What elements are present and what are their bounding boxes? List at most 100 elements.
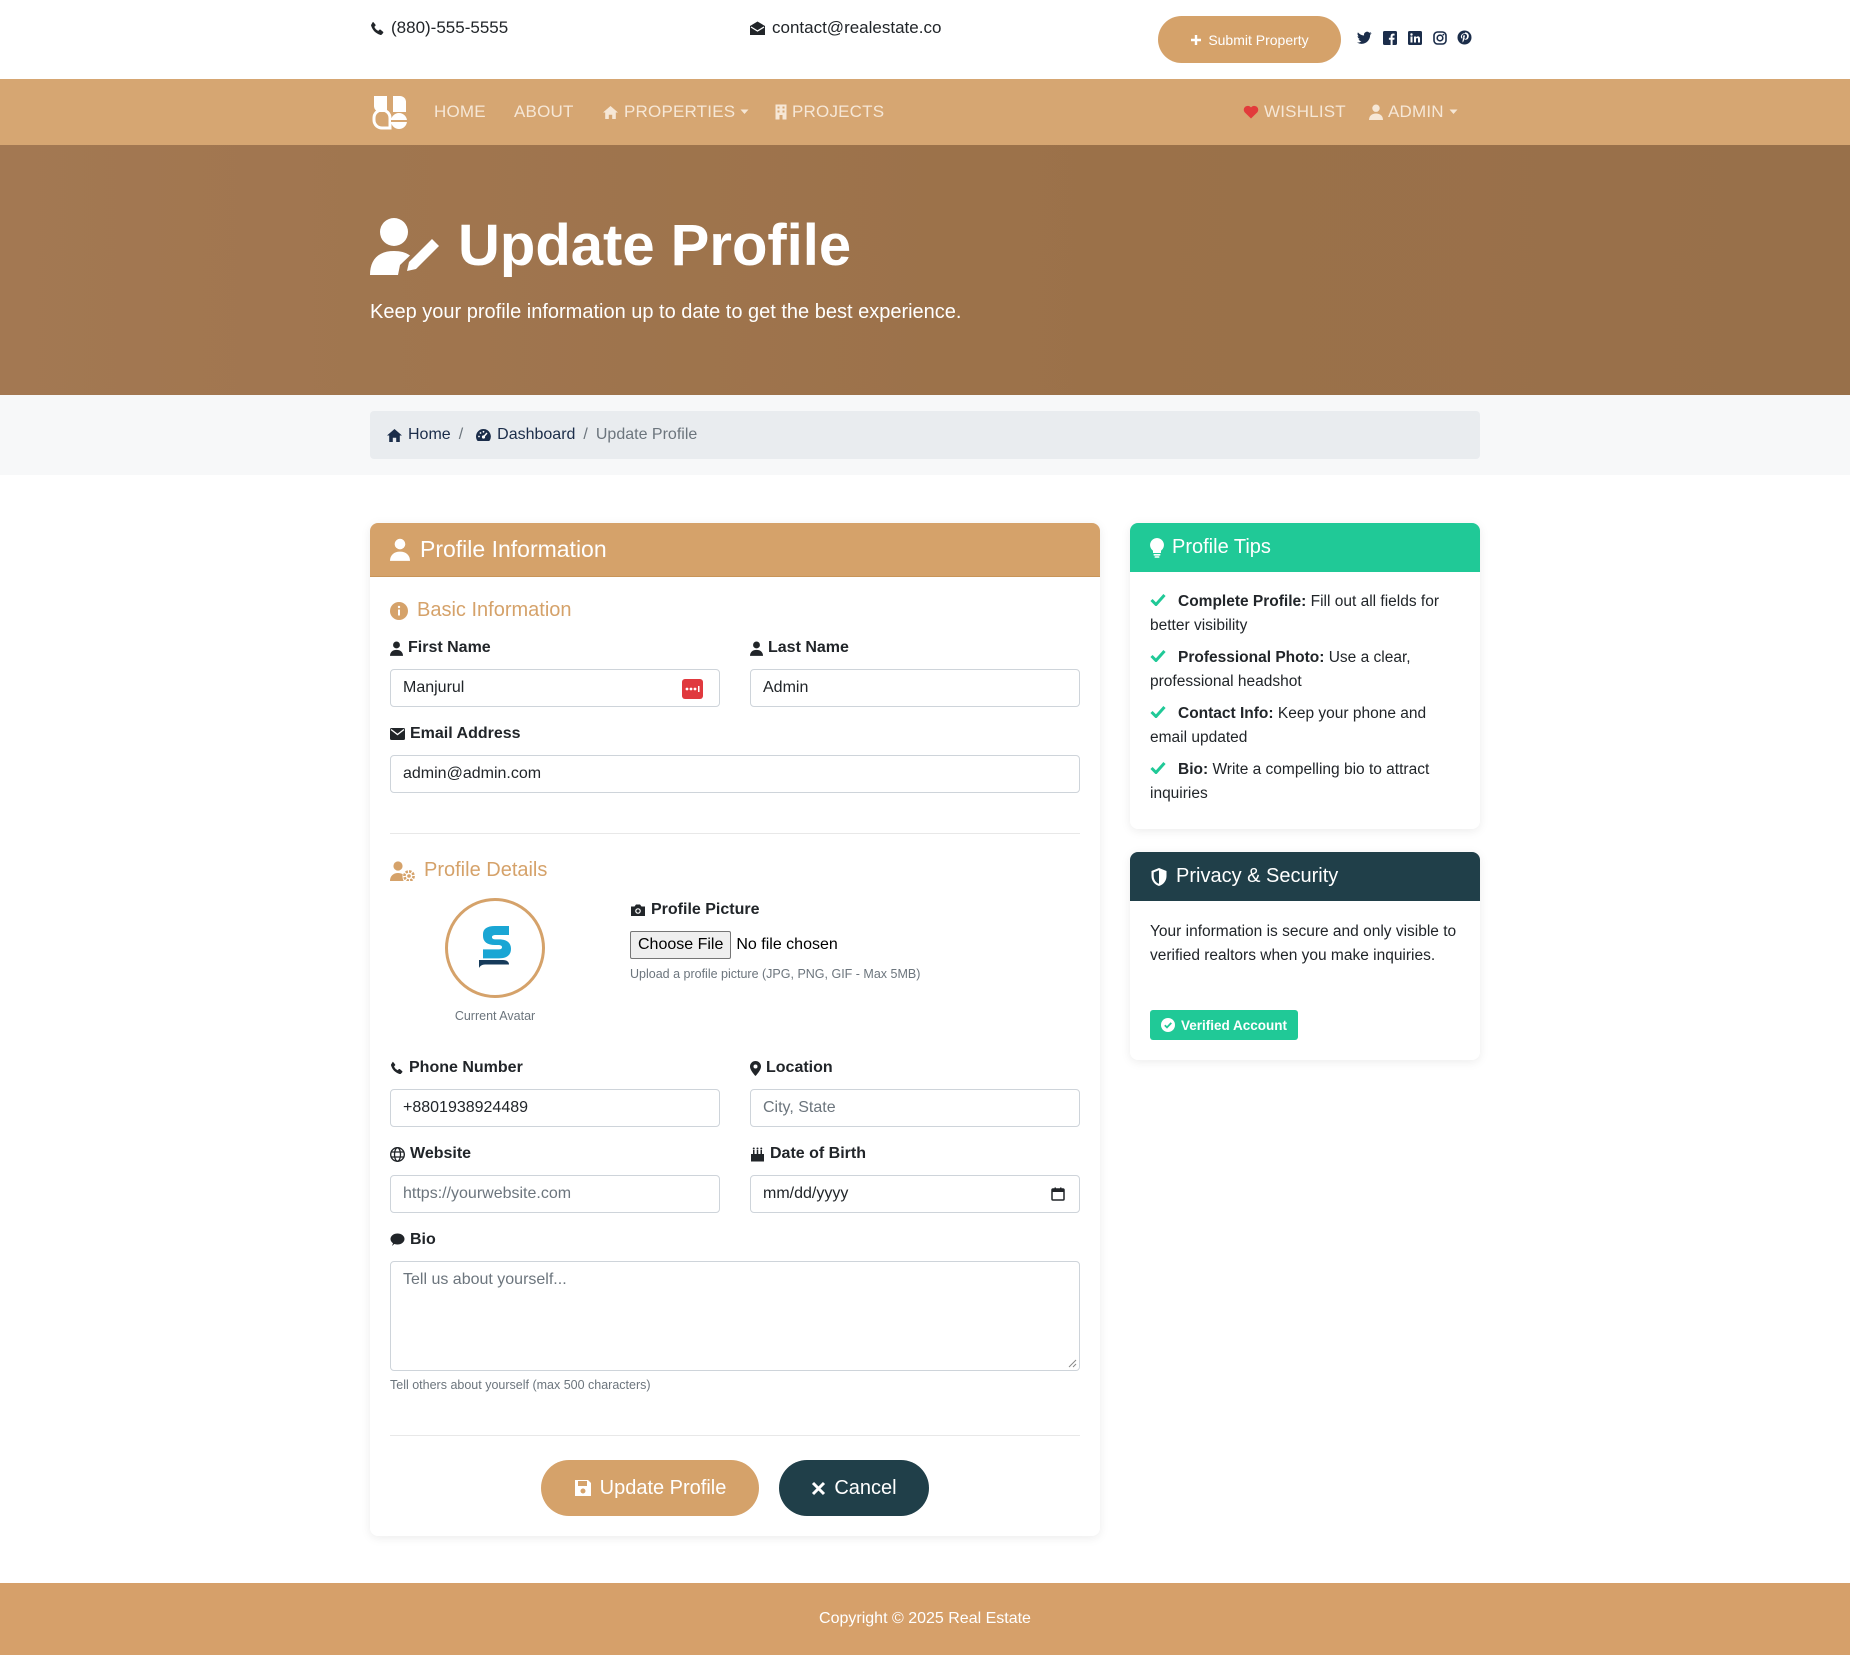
check-circle-icon: [1161, 1018, 1175, 1032]
website-field[interactable]: https://yourwebsite.com: [390, 1175, 720, 1213]
resize-handle-icon[interactable]: [1068, 1359, 1077, 1368]
user-icon: [750, 641, 763, 656]
tip-title: Contact Info:: [1178, 705, 1274, 722]
phone-label-text: Phone Number: [409, 1059, 523, 1076]
breadcrumb-band: Home / Dashboard / Update Profile: [0, 395, 1850, 475]
nav-wishlist-label: WISHLIST: [1264, 102, 1346, 121]
logo-icon[interactable]: [370, 92, 410, 132]
update-profile-label: Update Profile: [599, 1476, 727, 1499]
save-icon: [574, 1479, 592, 1497]
globe-icon: [390, 1146, 405, 1162]
avatar-logo-icon: [473, 924, 517, 972]
home-icon: [602, 105, 619, 120]
nav-projects-label: PROJECTS: [792, 102, 885, 121]
email-field[interactable]: admin@admin.com: [390, 755, 1080, 793]
pinterest-icon[interactable]: [1457, 30, 1472, 45]
instagram-icon[interactable]: [1432, 30, 1447, 45]
profile-picture-help: Upload a profile picture (JPG, PNG, GIF …: [630, 967, 921, 981]
phone-field[interactable]: +8801938924489: [390, 1089, 720, 1127]
lightbulb-icon: [1150, 537, 1164, 558]
envelope-icon: [749, 21, 766, 36]
breadcrumb-dashboard-label: Dashboard: [497, 426, 576, 443]
nav-properties[interactable]: PROPERTIES: [602, 102, 749, 122]
check-icon: [1150, 649, 1178, 662]
verified-badge: Verified Account: [1150, 1010, 1299, 1040]
breadcrumb: Home / Dashboard / Update Profile: [370, 411, 1480, 459]
twitter-icon[interactable]: [1357, 30, 1372, 45]
nav-wishlist[interactable]: WISHLIST: [1243, 102, 1346, 122]
tip-item: Complete Profile: Fill out all fields fo…: [1150, 590, 1465, 638]
website-placeholder: https://yourwebsite.com: [403, 1185, 572, 1202]
submit-property-button[interactable]: Submit Property: [1158, 16, 1341, 63]
tip-title: Professional Photo:: [1178, 649, 1325, 666]
divider: [390, 833, 1080, 834]
location-field[interactable]: City, State: [750, 1089, 1080, 1127]
divider: [390, 1435, 1080, 1436]
password-manager-icon[interactable]: [682, 679, 703, 699]
nav-projects[interactable]: PROJECTS: [775, 102, 884, 122]
last-name-value: Admin: [763, 679, 809, 696]
dob-field[interactable]: mm/dd/yyyy: [750, 1175, 1080, 1213]
nav-about[interactable]: ABOUT: [514, 102, 574, 122]
plus-icon: [1190, 34, 1202, 46]
phone-label: Phone Number: [390, 1059, 523, 1077]
last-name-field[interactable]: Admin: [750, 669, 1080, 707]
times-icon: [811, 1481, 826, 1496]
no-file-text: No file chosen: [736, 936, 838, 953]
cancel-button[interactable]: Cancel: [779, 1460, 929, 1516]
tip-item: Bio: Write a compelling bio to attract i…: [1150, 758, 1465, 806]
first-name-value: Manjurul: [403, 679, 465, 696]
dob-label-text: Date of Birth: [770, 1145, 866, 1162]
building-icon: [775, 104, 787, 120]
page-subtitle: Keep your profile information up to date…: [370, 301, 962, 323]
profile-tips-card: Profile Tips Complete Profile: Fill out …: [1130, 523, 1480, 829]
top-bar: (880)-555-5555 contact@realestate.co Sub…: [0, 0, 1850, 79]
breadcrumb-home[interactable]: Home: [386, 426, 451, 444]
first-name-field[interactable]: Manjurul: [390, 669, 720, 707]
heart-icon: [1243, 105, 1259, 119]
breadcrumb-dashboard[interactable]: Dashboard: [475, 426, 575, 444]
bio-label-text: Bio: [410, 1231, 436, 1248]
privacy-title: Privacy & Security: [1176, 865, 1339, 887]
first-name-label-text: First Name: [408, 639, 491, 656]
topbar-email[interactable]: contact@realestate.co: [749, 18, 941, 38]
user-icon: [390, 641, 403, 656]
profile-details-heading-text: Profile Details: [424, 859, 548, 881]
nav-properties-label: PROPERTIES: [624, 102, 736, 121]
home-icon: [386, 428, 403, 443]
file-input[interactable]: Choose File No file chosen: [630, 931, 838, 959]
facebook-icon[interactable]: [1382, 30, 1397, 45]
submit-property-label: Submit Property: [1208, 31, 1309, 48]
location-placeholder: City, State: [763, 1099, 836, 1116]
profile-tips-title: Profile Tips: [1172, 536, 1271, 558]
profile-tips-header: Profile Tips: [1130, 523, 1480, 572]
check-icon: [1150, 705, 1178, 718]
topbar-phone[interactable]: (880)-555-5555: [370, 18, 508, 38]
avatar-caption: Current Avatar: [454, 1009, 536, 1023]
phone-icon: [390, 1061, 404, 1075]
website-label-text: Website: [410, 1145, 472, 1162]
bio-placeholder: Tell us about yourself...: [403, 1271, 567, 1288]
choose-file-button[interactable]: Choose File: [630, 931, 732, 959]
bio-textarea[interactable]: Tell us about yourself...: [390, 1261, 1080, 1371]
nav-admin[interactable]: ADMIN: [1369, 102, 1458, 122]
comment-icon: [390, 1233, 405, 1247]
page-title: Update Profile: [370, 212, 851, 279]
avatar: [445, 898, 545, 998]
page-title-text: Update Profile: [458, 213, 852, 278]
main-navbar: HOME ABOUT PROPERTIES PROJECTS WISHLIST …: [0, 79, 1850, 145]
topbar-email-text: contact@realestate.co: [772, 18, 942, 37]
camera-icon: [630, 903, 646, 917]
nav-home-label: HOME: [434, 102, 486, 121]
linkedin-icon[interactable]: [1407, 30, 1422, 45]
verified-badge-text: Verified Account: [1181, 1017, 1288, 1033]
breadcrumb-separator: /: [583, 426, 588, 443]
nav-home[interactable]: HOME: [434, 102, 486, 122]
tip-item: Professional Photo: Use a clear, profess…: [1150, 646, 1465, 694]
calendar-icon[interactable]: [1051, 1187, 1065, 1201]
location-label-text: Location: [766, 1059, 833, 1076]
privacy-header: Privacy & Security: [1130, 852, 1480, 901]
update-profile-button[interactable]: Update Profile: [541, 1460, 759, 1516]
envelope-icon: [390, 728, 405, 740]
profile-card-title: Profile Information: [420, 536, 607, 562]
